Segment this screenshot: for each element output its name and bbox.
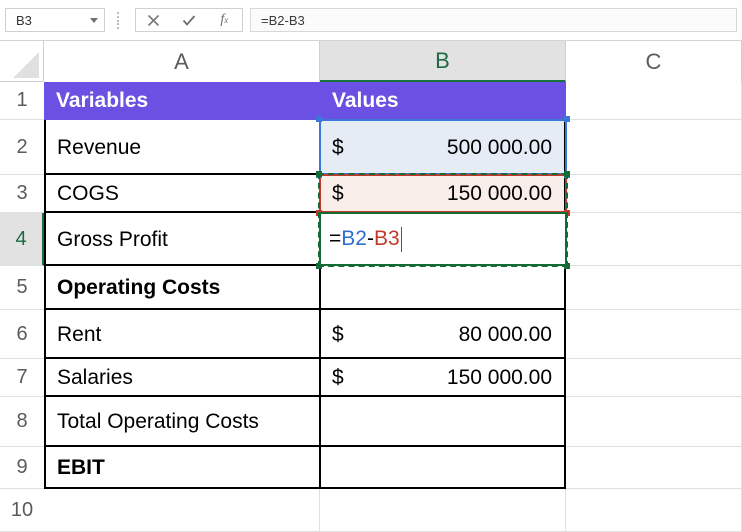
formula-bar: B3 fx =B2-B3: [0, 0, 742, 41]
formula-token-b3: B3: [373, 227, 400, 250]
cell-a6[interactable]: Rent: [44, 310, 320, 359]
select-all-button[interactable]: [0, 41, 44, 82]
cell-a7[interactable]: Salaries: [44, 359, 320, 397]
column-header-c[interactable]: C: [566, 41, 742, 82]
row-header-6[interactable]: 6: [0, 310, 44, 359]
formula-token-op: -: [366, 227, 374, 250]
select-all-triangle-icon: [13, 52, 39, 78]
row-header-3[interactable]: 3: [0, 175, 44, 213]
column-header-b[interactable]: B: [320, 41, 566, 82]
cell-a3[interactable]: COGS: [44, 175, 320, 213]
cell-b3[interactable]: $150 000.00: [320, 175, 566, 213]
row-header-10[interactable]: 10: [0, 489, 44, 532]
cell-area: Variables Values Revenue COGS Gross Profit Op…: [44, 82, 742, 532]
cell-amount: 500 000.00: [446, 135, 552, 159]
reference-handle[interactable]: [564, 116, 570, 122]
formula-input-value: =B2-B3: [261, 12, 305, 28]
cell-amount: 80 000.00: [458, 322, 552, 346]
row-header-8[interactable]: 8: [0, 397, 44, 447]
name-box[interactable]: B3: [5, 8, 105, 32]
cell-a4[interactable]: Gross Profit: [44, 213, 320, 266]
formula-action-buttons: fx: [135, 8, 243, 32]
column-header-a[interactable]: A: [44, 41, 320, 82]
currency-symbol: $: [332, 322, 344, 346]
selection-handle[interactable]: [316, 171, 322, 177]
formula-token-b2: B2: [341, 227, 367, 250]
row-headers: 1 2 3 4 5 6 7 8 9 10: [0, 82, 44, 532]
currency-symbol: $: [332, 182, 344, 205]
currency-symbol: $: [332, 366, 344, 389]
cell-amount: 150 000.00: [446, 366, 552, 389]
currency-symbol: $: [332, 135, 344, 159]
cell-a2[interactable]: Revenue: [44, 120, 320, 175]
cell-editor-text: =B2-B3: [329, 227, 400, 251]
column-headers: ABC: [44, 41, 742, 82]
chevron-down-icon[interactable]: [84, 18, 104, 23]
cell-b2[interactable]: $500 000.00: [320, 120, 566, 175]
check-icon[interactable]: [171, 9, 206, 31]
cell-b7[interactable]: $150 000.00: [320, 359, 566, 397]
cell-a1[interactable]: Variables: [44, 82, 320, 120]
cell-a9[interactable]: EBIT: [44, 447, 320, 489]
formula-input[interactable]: =B2-B3: [250, 8, 737, 32]
cell-editor-b4[interactable]: =B2-B3: [319, 212, 567, 266]
row-header-1[interactable]: 1: [0, 82, 44, 120]
cell-a8[interactable]: Total Operating Costs: [44, 397, 320, 447]
cell-amount: 150 000.00: [446, 182, 552, 205]
spreadsheet-grid: ABC 1 2 3 4 5 6 7 8 9 10 Variables Values Revenue CO…: [0, 41, 742, 532]
cell-b6[interactable]: $80 000.00: [320, 310, 566, 359]
row-header-5[interactable]: 5: [0, 266, 44, 310]
cell-a5[interactable]: Operating Costs: [44, 266, 320, 310]
row-header-2[interactable]: 2: [0, 120, 44, 175]
formula-token-eq: =: [329, 227, 342, 250]
name-box-value: B3: [16, 12, 32, 28]
row-header-7[interactable]: 7: [0, 359, 44, 397]
reference-handle[interactable]: [316, 116, 322, 122]
selection-handle[interactable]: [564, 171, 570, 177]
grip-dots-icon: [116, 12, 120, 29]
row-header-4[interactable]: 4: [0, 213, 44, 266]
fx-icon[interactable]: fx: [207, 9, 242, 31]
row-header-9[interactable]: 9: [0, 447, 44, 489]
close-x-icon[interactable]: [136, 9, 171, 31]
text-caret: [400, 226, 402, 252]
cell-b1[interactable]: Values: [320, 82, 566, 120]
